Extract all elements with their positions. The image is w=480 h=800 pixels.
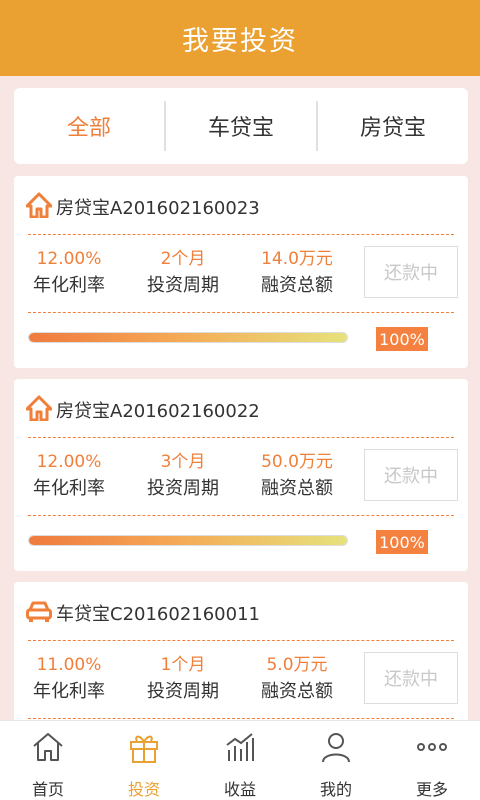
car-icon xyxy=(26,598,56,629)
progress-percent: 100% xyxy=(376,327,428,351)
product-title-text: 房贷宝A201602160023 xyxy=(56,198,260,219)
tab-car-loan[interactable]: 车贷宝 xyxy=(164,101,316,151)
chart-icon xyxy=(220,729,260,764)
divider xyxy=(28,437,454,438)
period-stat: 1个月 投资周期 xyxy=(128,652,238,706)
nav-label: 我的 xyxy=(319,780,352,799)
category-tabs: 全部 车贷宝 房贷宝 xyxy=(14,88,468,164)
amount-value: 14.0万元 xyxy=(261,249,333,269)
user-icon xyxy=(316,729,356,764)
nav-label: 更多 xyxy=(415,780,448,799)
nav-label: 收益 xyxy=(223,780,256,799)
progress-bar xyxy=(28,535,348,546)
app-header: 我要投资 xyxy=(0,0,480,76)
nav-label: 投资 xyxy=(127,780,160,799)
period-value: 2个月 xyxy=(160,249,206,269)
rate-stat: 12.00% 年化利率 xyxy=(14,246,124,300)
rate-label: 年化利率 xyxy=(33,681,105,702)
product-title: 房贷宝A201602160022 xyxy=(25,393,260,427)
rate-value: 11.00% xyxy=(36,655,102,675)
amount-label: 融资总额 xyxy=(261,275,333,296)
product-title-text: 房贷宝A201602160022 xyxy=(56,401,260,422)
nav-more[interactable]: 更多 xyxy=(384,721,480,800)
rate-value: 12.00% xyxy=(36,452,102,472)
gift-icon xyxy=(124,729,164,764)
amount-value: 50.0万元 xyxy=(261,452,333,472)
amount-label: 融资总额 xyxy=(261,681,333,702)
period-label: 投资周期 xyxy=(147,275,219,296)
period-value: 3个月 xyxy=(160,452,206,472)
progress-fill xyxy=(29,536,347,545)
rate-stat: 12.00% 年化利率 xyxy=(14,449,124,503)
status-button[interactable]: 还款中 xyxy=(364,449,458,501)
page-title: 我要投资 xyxy=(182,25,298,57)
nav-mine[interactable]: 我的 xyxy=(288,721,384,800)
tab-all[interactable]: 全部 xyxy=(14,101,164,151)
product-title: 房贷宝A201602160023 xyxy=(25,190,260,224)
progress-bar xyxy=(28,332,348,343)
amount-value: 5.0万元 xyxy=(266,655,328,675)
nav-home[interactable]: 首页 xyxy=(0,721,96,800)
amount-stat: 14.0万元 融资总额 xyxy=(242,246,352,300)
divider xyxy=(28,234,454,235)
period-stat: 2个月 投资周期 xyxy=(128,246,238,300)
product-card[interactable]: 房贷宝A201602160023 12.00% 年化利率 2个月 投资周期 14… xyxy=(14,176,468,368)
period-label: 投资周期 xyxy=(147,478,219,499)
divider xyxy=(28,640,454,641)
progress-percent: 100% xyxy=(376,530,428,554)
period-value: 1个月 xyxy=(160,655,206,675)
rate-stat: 11.00% 年化利率 xyxy=(14,652,124,706)
house-icon xyxy=(25,395,56,426)
product-card[interactable]: 车贷宝C201602160011 11.00% 年化利率 1个月 投资周期 5.… xyxy=(14,582,468,720)
product-title: 车贷宝C201602160011 xyxy=(26,596,260,630)
period-stat: 3个月 投资周期 xyxy=(128,449,238,503)
rate-value: 12.00% xyxy=(36,249,102,269)
divider xyxy=(28,312,454,313)
tab-house-loan[interactable]: 房贷宝 xyxy=(316,101,468,151)
progress-fill xyxy=(29,333,347,342)
bottom-nav: 首页 投资 收益 我的 更多 xyxy=(0,720,480,800)
nav-invest[interactable]: 投资 xyxy=(96,721,192,800)
home-icon xyxy=(28,729,68,764)
divider xyxy=(28,515,454,516)
status-button[interactable]: 还款中 xyxy=(364,652,458,704)
product-card[interactable]: 房贷宝A201602160022 12.00% 年化利率 3个月 投资周期 50… xyxy=(14,379,468,571)
house-icon xyxy=(25,192,56,223)
status-button[interactable]: 还款中 xyxy=(364,246,458,298)
more-icon xyxy=(412,729,452,764)
amount-label: 融资总额 xyxy=(261,478,333,499)
nav-label: 首页 xyxy=(31,780,64,799)
nav-earnings[interactable]: 收益 xyxy=(192,721,288,800)
product-title-text: 车贷宝C201602160011 xyxy=(56,604,260,625)
rate-label: 年化利率 xyxy=(33,275,105,296)
amount-stat: 5.0万元 融资总额 xyxy=(242,652,352,706)
rate-label: 年化利率 xyxy=(33,478,105,499)
divider xyxy=(28,718,454,719)
period-label: 投资周期 xyxy=(147,681,219,702)
amount-stat: 50.0万元 融资总额 xyxy=(242,449,352,503)
product-list[interactable]: 房贷宝A201602160023 12.00% 年化利率 2个月 投资周期 14… xyxy=(14,176,468,720)
